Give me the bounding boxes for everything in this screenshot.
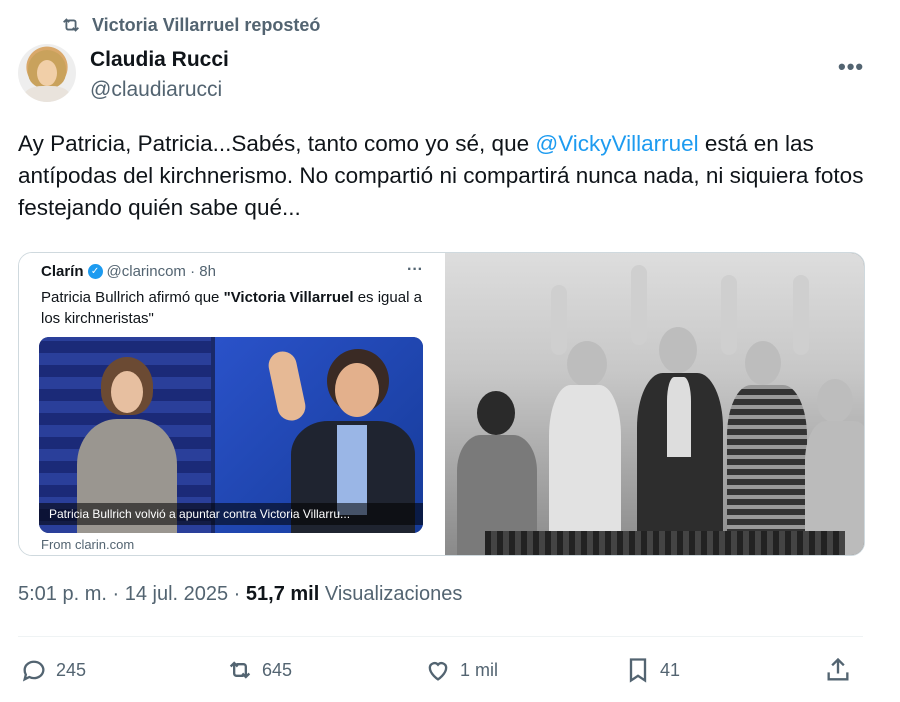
share-icon: [827, 657, 849, 681]
mention-link[interactable]: @VickyVillarruel: [535, 131, 698, 156]
embedded-image: Patricia Bullrich volvió a apuntar contr…: [39, 337, 423, 533]
bookmark-icon: [629, 658, 647, 683]
embedded-header: Clarín ✓ @clarincom · 8h: [41, 263, 216, 280]
photo-person: [805, 325, 864, 555]
verified-badge-icon: ✓: [87, 264, 103, 279]
embedded-source-name: Clarín: [41, 263, 84, 280]
repost-button[interactable]: 645: [226, 656, 292, 684]
repost-count: 645: [262, 659, 293, 680]
reply-icon: [22, 660, 45, 682]
repost-icon: [63, 18, 79, 32]
avatar[interactable]: [18, 44, 76, 102]
like-button[interactable]: 1 mil: [424, 656, 498, 684]
historic-photo[interactable]: [445, 253, 864, 555]
views-count: 51,7 mil: [245, 583, 320, 605]
embedded-handle-time: @clarincom · 8h: [106, 263, 216, 280]
bookmark-count: 41: [660, 659, 681, 680]
photo-table: [485, 531, 845, 555]
photo-person: [451, 325, 541, 555]
reply-button[interactable]: 245: [20, 656, 86, 684]
views-label: Visualizaciones: [319, 583, 463, 605]
repost-label[interactable]: Victoria Villarruel reposteó: [92, 15, 320, 36]
embedded-more-icon: ···: [407, 261, 423, 278]
repost-icon: [229, 661, 251, 679]
photo-person: [721, 275, 811, 555]
tweet-text-before: Ay Patricia, Patricia...Sabés, tanto com…: [18, 131, 536, 156]
photo-person: [541, 285, 621, 555]
share-button[interactable]: [824, 656, 852, 684]
tweet-meta: 5:01 p. m. · 14 jul. 2025 · 51,7 mil Vis…: [18, 583, 462, 606]
embedded-source-link[interactable]: From clarin.com: [41, 537, 134, 552]
tweet-timestamp[interactable]: 5:01 p. m. · 14 jul. 2025 ·: [18, 583, 246, 605]
reply-count: 245: [56, 659, 87, 680]
like-icon: [428, 662, 448, 681]
divider: [18, 636, 863, 637]
like-count: 1 mil: [460, 659, 499, 680]
bookmark-button[interactable]: 41: [624, 656, 680, 684]
action-bar: 245 645 1 mil 41: [18, 656, 863, 692]
photo-person: [629, 265, 725, 555]
media-grid[interactable]: Clarín ✓ @clarincom · 8h ··· Patricia Bu…: [18, 252, 865, 556]
more-icon[interactable]: •••: [838, 54, 864, 80]
author-handle[interactable]: @claudiarucci: [90, 78, 222, 102]
tweet-text: Ay Patricia, Patricia...Sabés, tanto com…: [18, 128, 868, 224]
embedded-headline-bold: "Victoria Villarruel: [223, 289, 354, 306]
repost-header: Victoria Villarruel reposteó: [60, 14, 320, 36]
embedded-headline-before: Patricia Bullrich afirmó que: [41, 289, 224, 306]
author-name[interactable]: Claudia Rucci: [90, 48, 229, 72]
embedded-image-caption: Patricia Bullrich volvió a apuntar contr…: [39, 503, 423, 525]
embedded-tweet-screenshot[interactable]: Clarín ✓ @clarincom · 8h ··· Patricia Bu…: [19, 253, 443, 555]
embedded-headline: Patricia Bullrich afirmó que "Victoria V…: [41, 287, 431, 329]
